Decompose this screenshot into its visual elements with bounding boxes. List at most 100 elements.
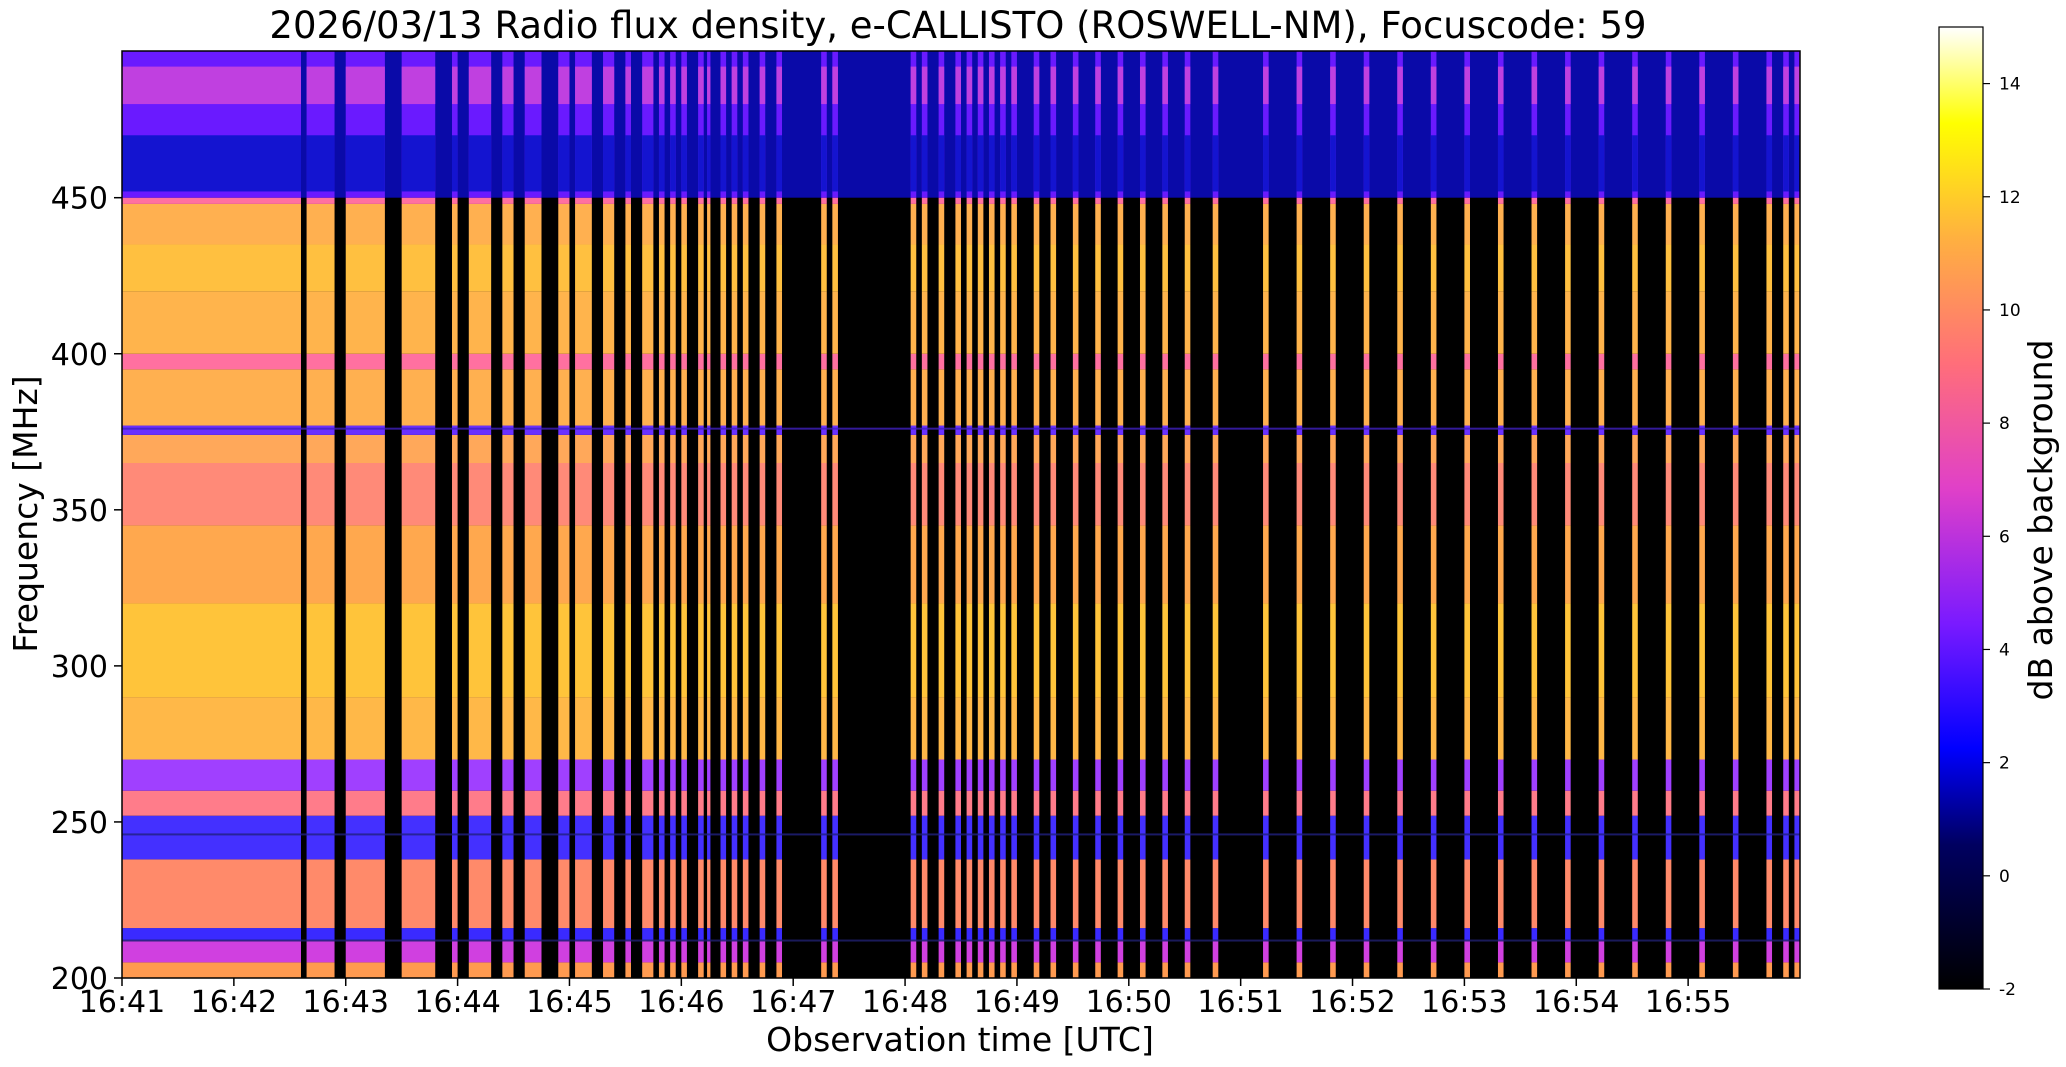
burst-column bbox=[642, 51, 654, 978]
x-axis-label: Observation time [UTC] bbox=[766, 1020, 1154, 1059]
burst-column bbox=[1139, 51, 1146, 978]
burst-column bbox=[1766, 51, 1773, 978]
colorbar-tick-label: 0 bbox=[1999, 867, 2010, 887]
burst-column bbox=[558, 51, 570, 978]
colorbar-tick-label: 10 bbox=[1999, 301, 2021, 321]
burst-column bbox=[988, 51, 995, 978]
x-tick-label: 16:44 bbox=[414, 985, 500, 1020]
burst-column bbox=[1212, 51, 1219, 978]
colorbar-label: dB above background bbox=[2021, 340, 2060, 701]
x-tick-label: 16:46 bbox=[638, 985, 724, 1020]
burst-column bbox=[306, 51, 335, 978]
burst-column bbox=[681, 51, 687, 978]
burst-column bbox=[1497, 51, 1504, 978]
burst-column bbox=[1072, 51, 1079, 978]
y-tick-label: 350 bbox=[51, 494, 108, 529]
burst-column bbox=[1000, 51, 1006, 978]
colorbar-axis: -2 0 2 4 6 8 10 12 14 bbox=[1983, 75, 2021, 1000]
rfi-line bbox=[122, 833, 1800, 836]
colorbar-tick-label: 6 bbox=[1999, 527, 2010, 547]
burst-column bbox=[698, 51, 704, 978]
burst-column bbox=[1665, 51, 1672, 978]
colorbar bbox=[1938, 26, 1984, 990]
burst-column bbox=[1794, 51, 1800, 978]
burst-column bbox=[502, 51, 514, 978]
burst-column bbox=[1363, 51, 1370, 978]
y-tick-label: 250 bbox=[51, 806, 108, 841]
x-axis: 16:41 16:42 16:43 16:44 16:45 16:46 16:47 16:48… bbox=[79, 978, 1731, 1020]
burst-column bbox=[1783, 51, 1789, 978]
rfi-line bbox=[122, 427, 1800, 430]
colorbar-tick-label: 8 bbox=[1999, 414, 2010, 434]
colorbar-tick-label: 4 bbox=[1999, 640, 2010, 660]
burst-column bbox=[1117, 51, 1124, 978]
colorbar-tick-label: -2 bbox=[1999, 980, 2016, 1000]
y-tick-label: 300 bbox=[51, 650, 108, 685]
burst-column bbox=[658, 51, 665, 978]
burst-column bbox=[524, 51, 542, 978]
x-tick-label: 16:47 bbox=[750, 985, 836, 1020]
burst-column bbox=[575, 51, 592, 978]
burst-column bbox=[955, 51, 961, 978]
burst-column bbox=[1531, 51, 1538, 978]
burst-column bbox=[1732, 51, 1739, 978]
burst-column bbox=[1464, 51, 1470, 978]
chart-title: 2026/03/13 Radio flux density, e-CALLIST… bbox=[269, 4, 1646, 47]
x-tick-label: 16:54 bbox=[1533, 985, 1619, 1020]
burst-column bbox=[1263, 51, 1269, 978]
y-tick-label: 200 bbox=[51, 962, 108, 997]
burst-column bbox=[1095, 51, 1101, 978]
burst-column bbox=[603, 51, 615, 978]
burst-column bbox=[1011, 51, 1017, 978]
burst-column bbox=[1033, 51, 1040, 978]
y-axis: 200 250 300 350 400 450 bbox=[51, 182, 122, 997]
burst-column bbox=[1397, 51, 1403, 978]
burst-column bbox=[1632, 51, 1638, 978]
burst-column bbox=[1430, 51, 1437, 978]
burst-column bbox=[670, 51, 676, 978]
burst-column bbox=[731, 51, 738, 978]
colorbar-tick-label: 12 bbox=[1999, 188, 2021, 208]
burst-column bbox=[707, 51, 711, 978]
x-tick-label: 16:51 bbox=[1197, 985, 1283, 1020]
burst-column bbox=[1598, 51, 1605, 978]
burst-column bbox=[938, 51, 945, 978]
burst-column bbox=[910, 51, 917, 978]
x-tick-label: 16:50 bbox=[1086, 985, 1172, 1020]
x-tick-label: 16:42 bbox=[191, 985, 277, 1020]
x-tick-label: 16:48 bbox=[862, 985, 948, 1020]
burst-column bbox=[977, 51, 984, 978]
burst-column bbox=[821, 51, 827, 978]
burst-column bbox=[742, 51, 749, 978]
plot-area bbox=[122, 51, 1800, 978]
y-tick-label: 450 bbox=[51, 182, 108, 217]
burst-column bbox=[1296, 51, 1303, 978]
spectrogram-figure: 2026/03/13 Radio flux density, e-CALLIST… bbox=[6, 4, 2060, 1059]
x-tick-label: 16:55 bbox=[1645, 985, 1731, 1020]
burst-column bbox=[1330, 51, 1336, 978]
burst-column bbox=[468, 51, 492, 978]
burst-column bbox=[1565, 51, 1571, 978]
burst-column bbox=[921, 51, 928, 978]
burst-column bbox=[759, 51, 766, 978]
colorbar-tick-label: 2 bbox=[1999, 754, 2010, 774]
y-axis-label: Frequency [MHz] bbox=[6, 375, 45, 652]
x-tick-label: 16:49 bbox=[974, 985, 1060, 1020]
burst-column bbox=[452, 51, 458, 978]
y-tick-label: 400 bbox=[51, 338, 108, 373]
x-tick-label: 16:43 bbox=[302, 985, 388, 1020]
burst-column bbox=[966, 51, 973, 978]
burst-column bbox=[1050, 51, 1057, 978]
burst-column bbox=[401, 51, 436, 978]
burst-column bbox=[776, 51, 783, 978]
burst-column bbox=[832, 51, 838, 978]
burst-column bbox=[345, 51, 385, 978]
burst-column bbox=[1699, 51, 1705, 978]
burst-column bbox=[1184, 51, 1191, 978]
x-tick-label: 16:52 bbox=[1309, 985, 1395, 1020]
x-tick-label: 16:53 bbox=[1421, 985, 1507, 1020]
burst-column bbox=[625, 51, 631, 978]
burst-column bbox=[1162, 51, 1168, 978]
burst-column bbox=[720, 51, 727, 978]
burst-column bbox=[122, 51, 301, 978]
